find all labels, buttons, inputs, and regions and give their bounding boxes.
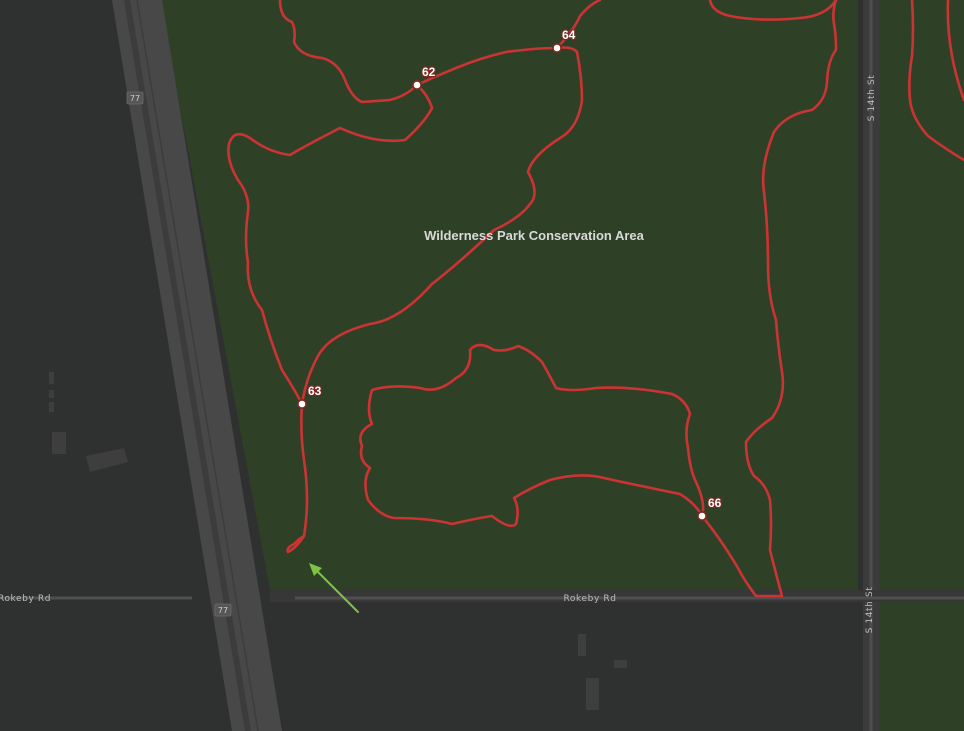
highway-shield-top: 77: [126, 91, 144, 105]
waypoint-label: 66: [708, 496, 722, 510]
road-label-rokeby-left: Rokeby Rd: [0, 594, 51, 604]
map-canvas[interactable]: 62 64 63 66 Wilderness Park Conservation…: [0, 0, 964, 731]
waypoint-marker-icon[interactable]: [411, 79, 423, 91]
road-label-rokeby-center: Rokeby Rd: [563, 594, 616, 604]
waypoint-marker-icon[interactable]: [551, 42, 563, 54]
park-name-label: Wilderness Park Conservation Area: [424, 228, 645, 243]
shield-number: 77: [130, 94, 140, 103]
waypoint-marker-icon[interactable]: [696, 510, 708, 522]
road-label-s14th-bottom: S 14th St: [865, 587, 875, 634]
road-label-s14th-top: S 14th St: [867, 75, 877, 122]
rokeby-rd-road: [0, 590, 964, 602]
waypoint-label: 62: [422, 65, 436, 79]
waypoint-label: 63: [308, 384, 322, 398]
waypoint-label: 64: [562, 28, 576, 42]
shield-number: 77: [218, 606, 228, 615]
park-area-east: [880, 0, 964, 731]
highway-shield-bottom: 77: [214, 603, 232, 617]
map-view[interactable]: 62 64 63 66 Wilderness Park Conservation…: [0, 0, 964, 731]
waypoint-marker-icon[interactable]: [296, 398, 308, 410]
park-area: [160, 0, 858, 590]
